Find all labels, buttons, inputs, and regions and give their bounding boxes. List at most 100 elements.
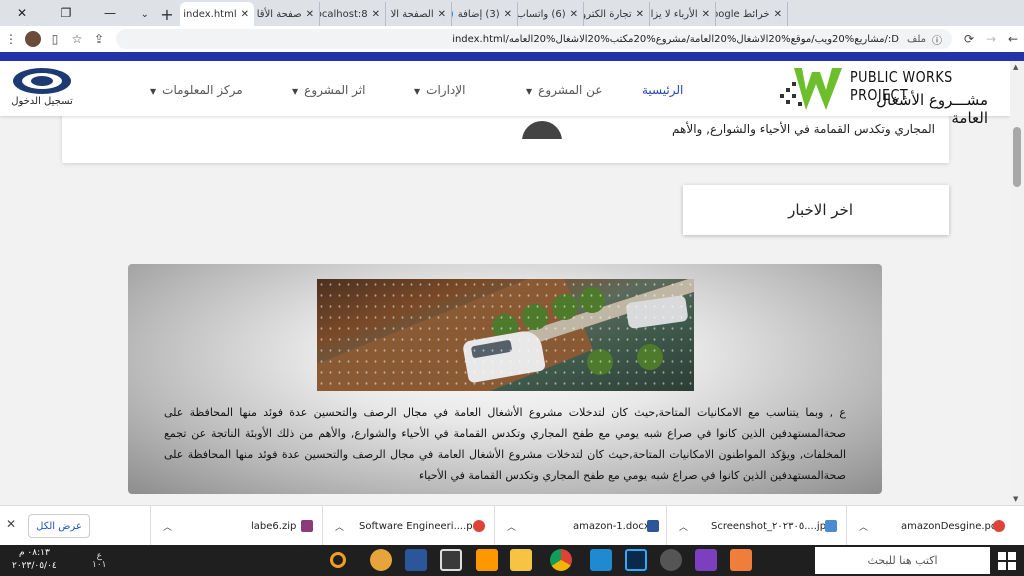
user-login-icon[interactable] [12,66,72,96]
tab-whatsapp[interactable]: ✕ (6) واتساب [518,2,584,26]
tab-messenger[interactable]: ✕ (3) إضافة [452,2,518,26]
download-filename: Screenshot_٢٠٢٣٠٥....jpg [711,520,833,532]
messenger-icon [452,8,453,20]
chevron-up-icon[interactable]: ︿ [679,520,688,533]
close-tab-icon[interactable]: ✕ [306,9,314,20]
nav-label: عن المشروع [538,83,603,97]
web-page: تسجيل الدخول مركز المعلومات ▼ اثر المشروع… [0,61,1010,505]
system-tray[interactable]: ع ١٠١ [92,552,107,570]
chevron-up-icon[interactable]: ︿ [507,520,516,533]
profile-avatar[interactable] [22,28,44,50]
scroll-up-icon[interactable]: ▲ [1013,63,1018,71]
close-tab-icon[interactable]: ✕ [504,9,512,20]
tab-youtube-1[interactable]: ✕ تجارة الكترو [584,2,650,26]
paint-icon[interactable] [370,549,392,571]
file-explorer-icon[interactable] [510,549,532,571]
nav-label: الإدارات [426,83,466,97]
info-icon[interactable]: ⓘ [932,32,942,47]
windows-start-icon[interactable] [998,552,1016,570]
close-tab-icon[interactable]: ✕ [636,9,644,20]
page-scrollbar[interactable]: ▲ ▼ [1010,61,1024,505]
tab-label: خرائط Google [716,8,770,20]
tab-xampp-1[interactable]: ✕ صفحة الأقا [254,2,320,26]
address-input[interactable]: ⓘ ملف D:/مشاريع%20ويب/موقع%20الاشغال%20ا… [116,29,952,49]
bookmark-star-icon[interactable]: ☆ [66,28,88,50]
address-bar-row: ⋮ ▯ ☆ ⇪ ⓘ ملف D:/مشاريع%20ويب/موقع%20الا… [0,26,1024,52]
tab-youtube-2[interactable]: ✕ الأرباء لا يزا [650,2,716,26]
menu-icon[interactable]: ⋮ [0,28,22,50]
card-image-circle [522,121,562,139]
tab-xampp-2[interactable]: ✕ الصفحة الا [386,2,452,26]
tab-label: تجارة الكترو [584,8,632,20]
taskbar-search-input[interactable]: اكتب هنا للبحث [815,547,990,574]
tab-index-html[interactable]: ✕ index.html [180,2,254,26]
vscode-icon[interactable] [590,549,612,571]
nav-departments[interactable]: الإدارات ▼ [414,83,465,97]
file-label: ملف [906,33,926,45]
download-item-amazon-pdf[interactable]: ︿ amazonDesgine.pdf [846,506,1010,546]
tab-label: الصفحة الا [390,8,434,20]
show-all-downloads-button[interactable]: عرض الكل [28,514,90,538]
visual-studio-icon[interactable] [695,549,717,571]
chrome-icon[interactable] [550,549,572,571]
back-icon[interactable]: ← [1002,28,1024,50]
settings-icon[interactable] [660,549,682,571]
sublime-icon[interactable] [476,549,498,571]
minimize-window-icon[interactable]: — [88,0,132,26]
close-download-shelf-icon[interactable]: ✕ [6,517,16,531]
tray-count: ١٠١ [92,560,107,570]
reload-icon[interactable]: ⟳ [958,28,980,50]
download-item-se-pdf[interactable]: ︿ Software Engineeri....pdf [322,506,494,546]
close-window-icon[interactable]: ✕ [0,0,44,26]
clock-time: ٠٨:١٣ م [18,548,50,558]
photos-icon[interactable] [440,549,462,571]
nav-information-center[interactable]: مركز المعلومات ▼ [150,83,243,97]
tab-label: (3) إضافة [457,8,500,20]
zip-icon [301,520,313,532]
share-icon[interactable]: ⇪ [88,28,110,50]
chevron-up-icon[interactable]: ︿ [859,520,868,533]
tab-localhost[interactable]: ✕ localhost:8 [320,2,386,26]
tab-label: localhost:8 [320,8,368,20]
forward-icon[interactable]: → [980,28,1002,50]
close-tab-icon[interactable]: ✕ [774,9,782,20]
logo-arabic-text: مشـــروع الأشغال العامة [876,91,988,127]
sidebar-icon[interactable]: ▯ [44,28,66,50]
download-filename: Software Engineeri....pdf [359,520,483,532]
site-header: تسجيل الدخول مركز المعلومات ▼ اثر المشروع… [0,61,1010,127]
chevron-down-icon: ▼ [414,87,421,96]
nav-home[interactable]: الرئيسية [642,83,683,97]
xampp-icon[interactable] [730,549,752,571]
tab-label: index.html [183,8,237,20]
news-body-text: ع , وبما يتناسب مع الامكانيات المتاحة,حي… [164,406,846,482]
login-link[interactable]: تسجيل الدخول [10,96,74,107]
clock[interactable]: ٠٨:١٣ م ٢٠٢٣/٠٥/٠٤ [12,547,57,573]
download-item-screenshot[interactable]: ︿ Screenshot_٢٠٢٣٠٥....jpg [666,506,846,546]
close-tab-icon[interactable]: ✕ [438,9,446,20]
close-tab-icon[interactable]: ✕ [702,9,710,20]
scroll-down-icon[interactable]: ▼ [1013,495,1018,503]
chevron-up-icon[interactable]: ︿ [163,520,172,533]
tab-label: (6) واتساب [518,8,566,20]
word-icon[interactable] [405,549,427,571]
search-lens-icon[interactable] [330,552,346,568]
news-heading-box: اخر الاخبار [683,185,949,235]
download-item-zip[interactable]: ︿ labe6.zip [150,506,322,546]
photoshop-icon[interactable] [625,549,647,571]
scrollbar-thumb[interactable] [1013,127,1021,187]
new-tab-button[interactable]: + [154,2,180,26]
close-tab-icon[interactable]: ✕ [372,9,380,20]
browser-tab-strip: ✕ ❐ — ⌄ + ✕ index.html ✕ صفحة الأقا ✕ lo… [0,0,1024,26]
chevron-up-icon[interactable]: ︿ [335,520,344,533]
nav-about-project[interactable]: عن المشروع ▼ [526,83,602,97]
tab-expand[interactable]: ⌄ [132,2,154,26]
download-filename: labe6.zip [251,520,297,532]
nav-project-impact[interactable]: اثر المشروع ▼ [292,83,365,97]
download-item-docx[interactable]: ︿ amazon-1.docx [494,506,666,546]
close-tab-icon[interactable]: ✕ [570,9,578,20]
close-tab-icon[interactable]: ✕ [241,9,249,20]
tab-maps[interactable]: ✕ خرائط Google [716,2,788,26]
window-controls: ✕ ❐ — [0,0,132,26]
pwp-logo-icon [780,68,842,110]
restore-window-icon[interactable]: ❐ [44,0,88,26]
